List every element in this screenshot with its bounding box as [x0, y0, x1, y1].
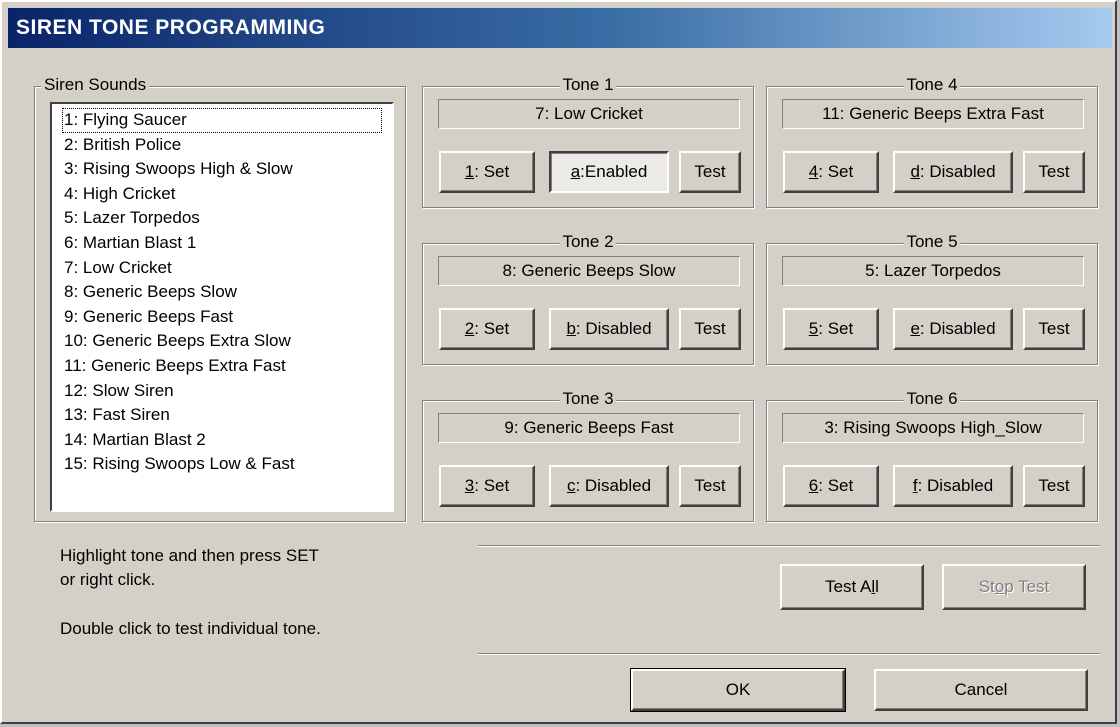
tone-4-enable-toggle[interactable]: d: Disabled	[893, 151, 1013, 193]
separator-bottom	[478, 653, 1100, 655]
tone-5-enable-toggle[interactable]: e: Disabled	[893, 308, 1013, 350]
tone-3-set-button[interactable]: 3: Set	[439, 465, 535, 507]
tone-6-title: Tone 6	[903, 389, 961, 409]
tone-3-enable-toggle[interactable]: c: Disabled	[549, 465, 669, 507]
enable-label: : Disabled	[575, 319, 652, 338]
tone-6-test-button[interactable]: Test	[1023, 465, 1085, 507]
tone-4-group: Tone 4 11: Generic Beeps Extra Fast 4: Set…	[766, 75, 1098, 208]
set-hotkey: 3	[464, 476, 475, 495]
separator-top	[478, 545, 1100, 547]
test-all-label-pre: Test A	[825, 577, 872, 596]
tone-1-set-button[interactable]: 1: Set	[439, 151, 535, 193]
set-label: : Set	[474, 476, 510, 495]
siren-sound-item[interactable]: 9: Generic Beeps Fast	[62, 305, 392, 330]
set-hotkey: 6	[808, 476, 819, 495]
siren-sound-item[interactable]: 13: Fast Siren	[62, 403, 392, 428]
set-label: : Set	[818, 319, 854, 338]
enable-label: :Enabled	[580, 162, 648, 181]
set-hotkey: 2	[464, 319, 475, 338]
tone-1-title: Tone 1	[559, 75, 617, 95]
siren-sound-item[interactable]: 8: Generic Beeps Slow	[62, 280, 392, 305]
siren-sound-item[interactable]: 4: High Cricket	[62, 182, 392, 207]
tone-4-test-button[interactable]: Test	[1023, 151, 1085, 193]
siren-sounds-list[interactable]: 1: Flying Saucer 2: British Police 3: Risi…	[50, 102, 394, 512]
ok-button[interactable]: OK	[630, 668, 846, 712]
siren-sound-item[interactable]: 11: Generic Beeps Extra Fast	[62, 354, 392, 379]
cancel-button[interactable]: Cancel	[874, 669, 1088, 711]
siren-sound-item[interactable]: 7: Low Cricket	[62, 256, 392, 281]
tone-3-group: Tone 3 9: Generic Beeps Fast 3: Set c: Disa…	[422, 389, 754, 522]
test-all-button[interactable]: Test All	[780, 564, 924, 610]
title-bar[interactable]: SIREN TONE PROGRAMMING	[8, 8, 1112, 48]
set-hotkey: 5	[808, 319, 819, 338]
help-text-line-1: Highlight tone and then press SET	[60, 546, 319, 565]
siren-sound-item[interactable]: 6: Martian Blast 1	[62, 231, 392, 256]
tone-4-set-button[interactable]: 4: Set	[783, 151, 879, 193]
set-label: : Set	[818, 162, 854, 181]
siren-tone-dialog: SIREN TONE PROGRAMMING Siren Sounds 1: F…	[0, 0, 1117, 724]
stop-test-label-pre: St	[978, 577, 995, 596]
help-text-line-2: or right click.	[60, 570, 156, 589]
tone-6-enable-toggle[interactable]: f: Disabled	[893, 465, 1013, 507]
siren-sound-item[interactable]: 5: Lazer Torpedos	[62, 206, 392, 231]
siren-sound-item[interactable]: 15: Rising Swoops Low & Fast	[62, 452, 392, 477]
tone-2-title: Tone 2	[559, 232, 617, 252]
tone-5-title: Tone 5	[903, 232, 961, 252]
stop-test-hotkey: o	[994, 577, 1005, 596]
tone-3-title: Tone 3	[559, 389, 617, 409]
tone-6-value: 3: Rising Swoops High_Slow	[782, 413, 1084, 443]
tone-6-group: Tone 6 3: Rising Swoops High_Slow 6: Set f:…	[766, 389, 1098, 522]
tone-1-test-button[interactable]: Test	[679, 151, 741, 193]
siren-sound-item[interactable]: 12: Slow Siren	[62, 379, 392, 404]
enable-hotkey: b	[566, 319, 576, 338]
siren-sound-item[interactable]: 1: Flying Saucer	[62, 108, 382, 133]
tone-3-value: 9: Generic Beeps Fast	[438, 413, 740, 443]
tone-1-enable-toggle[interactable]: a:Enabled	[549, 151, 669, 193]
siren-sounds-label: Siren Sounds	[41, 75, 150, 95]
tone-2-test-button[interactable]: Test	[679, 308, 741, 350]
enable-label: : Disabled	[919, 162, 996, 181]
enable-hotkey: a	[570, 162, 581, 181]
set-label: : Set	[474, 162, 510, 181]
test-all-label-post: l	[875, 577, 879, 596]
tone-1-value: 7: Low Cricket	[438, 99, 740, 129]
help-text-line-3: Double click to test individual tone.	[60, 619, 321, 638]
tone-1-group: Tone 1 7: Low Cricket 1: Set a:Enabled Test	[422, 75, 754, 208]
tone-4-title: Tone 4	[903, 75, 961, 95]
stop-test-label-post: p Test	[1004, 577, 1050, 596]
stop-test-button[interactable]: Stop Test	[942, 564, 1086, 610]
tone-5-value: 5: Lazer Torpedos	[782, 256, 1084, 286]
tone-5-set-button[interactable]: 5: Set	[783, 308, 879, 350]
tone-4-value: 11: Generic Beeps Extra Fast	[782, 99, 1084, 129]
siren-sound-item[interactable]: 3: Rising Swoops High & Slow	[62, 157, 392, 182]
tone-2-enable-toggle[interactable]: b: Disabled	[549, 308, 669, 350]
tone-3-test-button[interactable]: Test	[679, 465, 741, 507]
enable-hotkey: d	[910, 162, 920, 181]
tone-5-group: Tone 5 5: Lazer Torpedos 5: Set e: Disabled…	[766, 232, 1098, 365]
siren-sound-item[interactable]: 14: Martian Blast 2	[62, 428, 392, 453]
enable-label: : Disabled	[575, 476, 652, 495]
siren-sound-item[interactable]: 2: British Police	[62, 133, 392, 158]
tone-2-set-button[interactable]: 2: Set	[439, 308, 535, 350]
set-label: : Set	[818, 476, 854, 495]
set-hotkey: 1	[464, 162, 475, 181]
tone-5-test-button[interactable]: Test	[1023, 308, 1085, 350]
set-hotkey: 4	[808, 162, 819, 181]
siren-sound-item[interactable]: 10: Generic Beeps Extra Slow	[62, 329, 392, 354]
set-label: : Set	[474, 319, 510, 338]
tone-2-group: Tone 2 8: Generic Beeps Slow 2: Set b: Disa…	[422, 232, 754, 365]
enable-label: : Disabled	[919, 319, 996, 338]
enable-hotkey: e	[910, 319, 920, 338]
tone-2-value: 8: Generic Beeps Slow	[438, 256, 740, 286]
enable-label: : Disabled	[917, 476, 994, 495]
tone-6-set-button[interactable]: 6: Set	[783, 465, 879, 507]
